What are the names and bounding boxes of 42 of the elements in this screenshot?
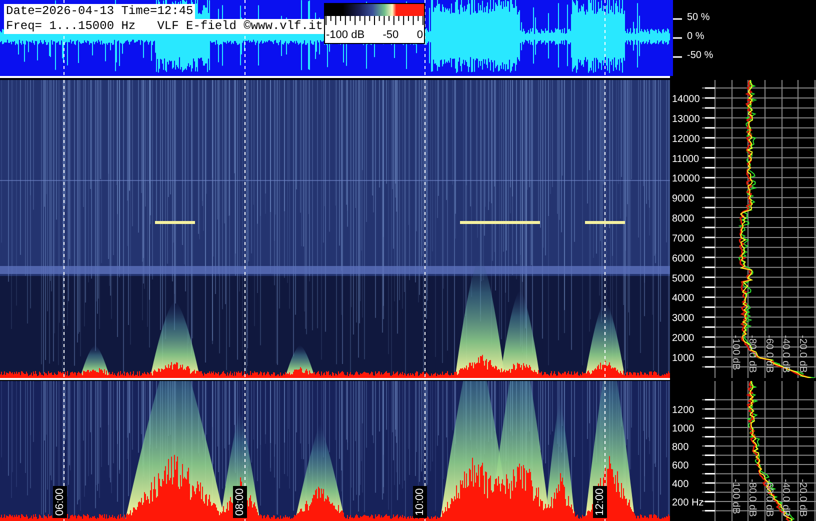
- frequency-axis-label: 1000: [672, 424, 694, 434]
- date-time-label: Date=2026-04-13 Time=12:45: [4, 4, 196, 19]
- frequency-axis-label: 7000: [672, 233, 694, 244]
- db-axis-label: -100 dB: [730, 479, 741, 514]
- time-label: 10:00: [413, 486, 427, 518]
- frequency-axis-label: 8000: [672, 214, 694, 225]
- frequency-axis-label: 1200: [672, 405, 694, 416]
- frequency-axis-label: 800: [672, 442, 689, 453]
- time-label: 06:00: [53, 486, 67, 518]
- frequency-axis-label: 1000: [672, 352, 694, 364]
- frequency-axis-label: 400: [672, 479, 689, 490]
- db-axis-label: -80.0 dB: [746, 335, 758, 373]
- frequency-axis-label: 13000: [672, 114, 700, 125]
- frequency-axis-label: 3000: [672, 313, 694, 324]
- scale-label: 0: [416, 29, 423, 41]
- frequency-axis-label: 11000: [672, 154, 700, 165]
- db-axis-label: -100 dB: [730, 335, 741, 370]
- frequency-axis-label: 2000: [672, 333, 694, 344]
- percent-axis-label: 0 %: [687, 31, 704, 42]
- db-axis-label: -40.0 dB: [780, 479, 792, 517]
- percent-axis-label: 50 %: [687, 12, 710, 23]
- scale-label: -100 dB: [326, 29, 365, 41]
- db-axis-label: -60.0 dB: [763, 335, 774, 373]
- frequency-axis-label: 4000: [672, 293, 694, 304]
- db-axis-label: -60.0 dB: [763, 479, 774, 517]
- time-label: 08:00: [233, 486, 247, 518]
- frequency-axis-label: 10000: [672, 174, 700, 185]
- scale-label: -50: [382, 29, 399, 41]
- frequency-axis-label: 9000: [672, 194, 694, 205]
- db-axis-label: -20.0 dB: [796, 479, 808, 517]
- db-axis-label: -80.0 dB: [746, 479, 758, 517]
- frequency-axis-label: 200 Hz: [672, 498, 704, 508]
- frequency-axis-label: 14000: [672, 94, 700, 105]
- time-label: 12:00: [593, 486, 607, 518]
- db-axis-label: -40.0 dB: [780, 335, 792, 373]
- frequency-axis-label: 12000: [672, 134, 700, 145]
- db-axis-label: -20.0 dB: [796, 335, 808, 373]
- frequency-axis-label: 600: [672, 460, 689, 472]
- frequency-axis-label: 5000: [672, 273, 694, 284]
- percent-axis-label: -50 %: [687, 50, 714, 61]
- frequency-range-label: Freq= 1...15000 Hz VLF E-field ©www.vlf.it: [4, 19, 325, 34]
- frequency-axis-label: 6000: [672, 253, 694, 264]
